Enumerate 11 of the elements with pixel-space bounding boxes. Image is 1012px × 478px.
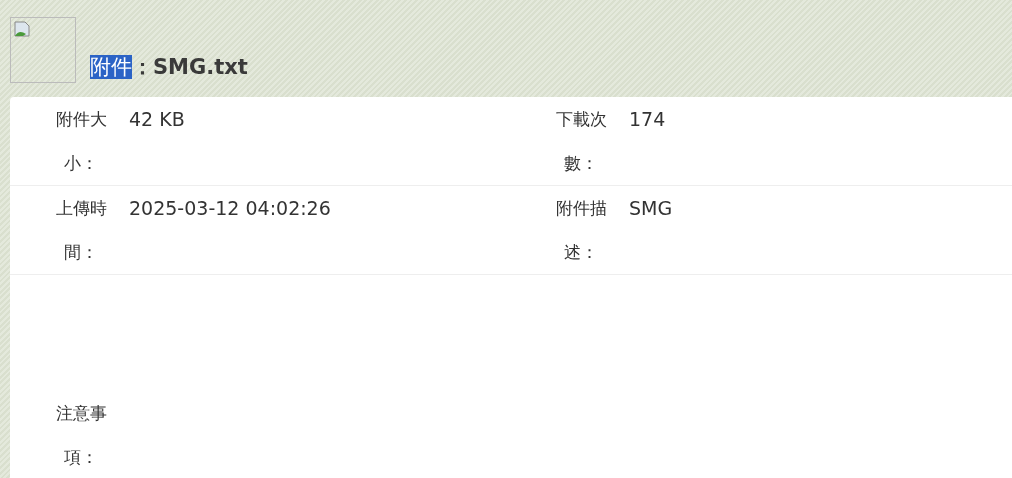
attachment-title: 附件：SMG.txt xyxy=(90,54,248,81)
field-value: 174 xyxy=(629,107,666,132)
field-value: SMG xyxy=(629,196,673,221)
field-value: 42 KB xyxy=(129,107,185,132)
field-value: 2025-03-12 04:02:26 xyxy=(129,196,331,221)
field-label: 附件描述： xyxy=(554,197,608,264)
field-label: 上傳時間： xyxy=(54,197,108,264)
field-label: 下載次數： xyxy=(554,108,608,175)
broken-image-icon xyxy=(14,21,30,37)
field-label: 注意事項： xyxy=(54,402,108,469)
field-label: 附件大小： xyxy=(54,108,108,175)
